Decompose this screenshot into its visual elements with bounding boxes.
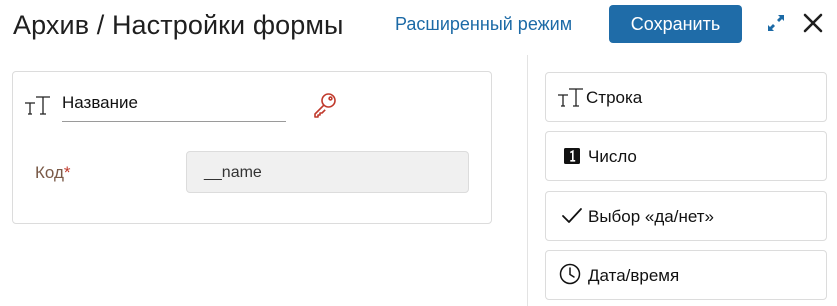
field-type-string[interactable]: Строка bbox=[545, 72, 827, 122]
field-type-number[interactable]: Число bbox=[545, 131, 827, 181]
expand-icon[interactable] bbox=[765, 12, 787, 34]
checkmark-icon bbox=[562, 208, 582, 223]
text-format-icon bbox=[25, 96, 50, 115]
field-type-datetime-label: Дата/время bbox=[588, 266, 680, 285]
field-type-boolean[interactable]: Выбор «да/нет» bbox=[545, 191, 827, 241]
page-title: Архив / Настройки формы bbox=[13, 10, 344, 40]
form-field-card: Название Код* __name bbox=[12, 71, 492, 224]
save-button[interactable]: Сохранить bbox=[609, 5, 742, 43]
code-label-text: Код bbox=[35, 163, 64, 182]
panel-divider bbox=[527, 55, 528, 306]
field-type-string-label: Строка bbox=[586, 88, 643, 107]
required-mark: * bbox=[63, 163, 71, 182]
name-field[interactable]: Название bbox=[62, 87, 286, 122]
number-one-icon bbox=[564, 148, 580, 164]
key-icon[interactable] bbox=[311, 91, 339, 119]
clock-icon bbox=[559, 263, 581, 285]
text-format-icon bbox=[558, 88, 583, 107]
code-field-label: Код* bbox=[35, 163, 71, 183]
code-input[interactable]: __name bbox=[186, 151, 469, 193]
header: Архив / Настройки формы Расширенный режи… bbox=[0, 0, 837, 50]
field-type-number-label: Число bbox=[588, 147, 637, 166]
name-field-value: Название bbox=[62, 93, 138, 112]
close-icon[interactable] bbox=[800, 10, 826, 36]
field-type-boolean-label: Выбор «да/нет» bbox=[588, 207, 714, 226]
field-type-datetime[interactable]: Дата/время bbox=[545, 250, 827, 300]
advanced-mode-link[interactable]: Расширенный режим bbox=[395, 14, 572, 35]
code-input-value: __name bbox=[204, 164, 262, 181]
